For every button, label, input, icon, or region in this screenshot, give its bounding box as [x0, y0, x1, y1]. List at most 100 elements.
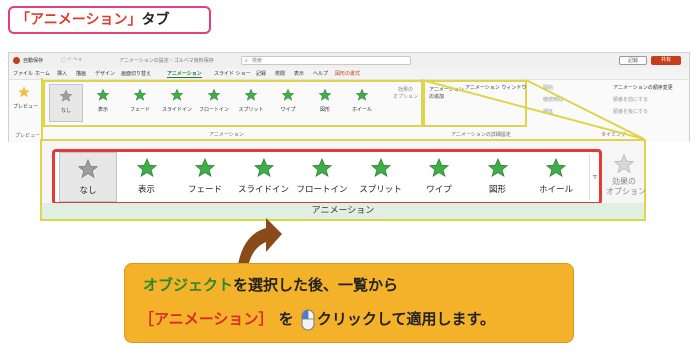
start-label[interactable]: 開始 [543, 84, 553, 91]
mini-animation-option-3[interactable]: スライドイン [160, 84, 194, 122]
animation-pane-button[interactable]: アニメーション ウィンドウ [465, 84, 526, 91]
tab-file[interactable]: ファイル [13, 70, 33, 77]
animation-option-label: フェード [187, 185, 222, 195]
gallery-more-icon[interactable]: ▿ [590, 172, 600, 181]
tab-help[interactable]: ヘルプ [313, 70, 328, 77]
mini-animation-gallery: なし 表示 フェード スライドイン フロートイン スプリット ワイプ 図形 ホイール [43, 80, 423, 127]
tab-animations[interactable]: アニメーション [167, 70, 202, 78]
animation-option-5[interactable]: スプリット [352, 152, 410, 202]
reorder-title: アニメーションの順序変更 [613, 85, 673, 91]
advanced-group-label: アニメーションの詳細設定 [451, 132, 511, 138]
animation-option-0[interactable]: なし [59, 152, 117, 202]
animation-star-icon [133, 88, 147, 101]
search-box[interactable]: 検索 [241, 56, 411, 65]
animation-star-icon [136, 157, 157, 178]
search-icon: ⌕ [245, 58, 248, 64]
tab-transitions[interactable]: 画面切り替え [121, 70, 151, 77]
animation-star-icon [545, 157, 567, 178]
mini-animation-option-6[interactable]: ワイプ [271, 84, 305, 122]
mini-animation-option-5[interactable]: スプリット [234, 84, 268, 122]
animation-option-2[interactable]: フェード [176, 152, 234, 202]
animation-option-label: スライドイン [237, 185, 289, 195]
mini-animation-option-label: なし [60, 108, 71, 114]
move-earlier-button[interactable]: 順番を前にする [613, 96, 648, 103]
delay-label[interactable]: 遅延 [543, 108, 553, 115]
animation-option-7[interactable]: 図形 [469, 152, 527, 202]
title-bar: 自動保存 ▢ ↶ ↷ ▾ アニメーションの設定・ゴルベマ資料保存 検索 ⌕ 記録… [9, 53, 689, 68]
preview-icon [18, 86, 30, 98]
mini-animation-option-2[interactable]: フェード [123, 84, 157, 122]
animation-option-label: ホイール [538, 185, 573, 195]
animation-option-1[interactable]: 表示 [118, 152, 176, 202]
animation-star-icon [428, 157, 450, 178]
animation-option-label: スプリット [359, 185, 402, 195]
animation-option-label: 図形 [488, 185, 506, 195]
tab-draw[interactable]: 描画 [76, 70, 86, 77]
share-button[interactable]: 共有 [651, 56, 681, 65]
tab-design[interactable]: デザイン [95, 70, 115, 77]
animation-star-icon [487, 157, 508, 178]
app-logo-icon [13, 57, 20, 64]
effect-options-small[interactable]: 効果の オプション [393, 86, 418, 100]
ribbon-body: プレビュー プレビュー なし 表示 フェード スライドイン フロートイン スプリット ワイプ… [9, 79, 689, 142]
mini-animation-option-8[interactable]: ホイール [345, 84, 379, 122]
effect-options-button[interactable]: 効果の オプション [606, 153, 646, 201]
mini-animation-option-label: ワイプ [280, 107, 296, 113]
animation-star-icon [77, 158, 99, 179]
effect-options-icon [613, 153, 635, 174]
animation-option-label: なし [79, 186, 97, 196]
mouse-left-click-icon [301, 309, 315, 330]
animation-star-icon [281, 88, 295, 101]
animation-star-icon [170, 88, 184, 101]
animation-star-icon [355, 88, 369, 101]
animation-star-icon [370, 157, 391, 178]
mini-animation-option-4[interactable]: フロートイン [197, 84, 231, 122]
document-title: アニメーションの設定・ゴルベマ資料保存 [119, 58, 214, 64]
mini-animation-option-1[interactable]: 表示 [86, 84, 120, 122]
animation-star-icon [311, 157, 333, 178]
mini-animation-option-label: スプリット [238, 107, 264, 113]
mini-animation-option-0[interactable]: なし [49, 84, 83, 122]
animation-star-icon [194, 157, 216, 178]
duration-label[interactable]: 継続時間 [543, 96, 563, 103]
animation-star-icon [244, 88, 258, 101]
gallery-scroll[interactable]: ▿ [589, 154, 600, 200]
instruction-line-2: ［アニメーション］ を クリックして適用します。 [139, 308, 495, 331]
mini-animation-option-label: フェード [129, 107, 150, 113]
animation-option-3[interactable]: スライドイン [235, 152, 293, 202]
tab-slideshow[interactable]: スライド ショー [214, 70, 251, 77]
animation-star-icon [253, 157, 274, 178]
move-later-button[interactable]: 順番を後にする [613, 108, 648, 115]
mini-animation-option-label: フロートイン [198, 107, 229, 113]
mini-animation-option-7[interactable]: 図形 [308, 84, 342, 122]
add-animation-button[interactable]: アニメーション の追加 [429, 86, 464, 100]
quick-access-icons[interactable]: ▢ ↶ ↷ ▾ [61, 57, 81, 63]
animation-option-label: フロートイン [296, 185, 348, 195]
animation-option-6[interactable]: ワイプ [410, 152, 468, 202]
autosave-label[interactable]: 自動保存 [23, 57, 43, 64]
animation-gallery: なし 表示 フェード スライドイン フロートイン スプリット ワイプ 図形 ホイール ▿ [52, 149, 602, 205]
zoomed-animation-panel: なし 表示 フェード スライドイン フロートイン スプリット ワイプ 図形 ホイール ▿ 効果の… [40, 139, 646, 221]
animation-option-8[interactable]: ホイール [527, 152, 585, 202]
search-placeholder: 検索 [252, 58, 263, 64]
page-title: 「アニメーション」タブ [8, 6, 211, 34]
tab-record[interactable]: 記録 [256, 70, 266, 77]
tab-shape-format[interactable]: 図形の書式 [335, 70, 360, 77]
mini-animation-option-label: ホイール [351, 107, 372, 113]
ribbon-tabs: ファイル ホーム 挿入 描画 デザイン 画面切り替え アニメーション スライド … [9, 68, 689, 79]
animation-star-icon [318, 88, 332, 101]
instruction-callout: オブジェクトを選択した後、一覧から ［アニメーション］ を クリックして適用しま… [124, 263, 574, 343]
record-button[interactable]: 記録 [619, 56, 647, 65]
powerpoint-window: 自動保存 ▢ ↶ ↷ ▾ アニメーションの設定・ゴルベマ資料保存 検索 ⌕ 記録… [8, 52, 690, 142]
timing-group-label: タイミング [601, 132, 627, 138]
preview-button[interactable]: プレビュー [13, 84, 38, 120]
animation-star-icon [207, 88, 221, 101]
animation-option-label: 表示 [137, 185, 155, 195]
tab-insert[interactable]: 挿入 [57, 70, 67, 77]
tab-view[interactable]: 表示 [294, 70, 304, 77]
tab-home[interactable]: ホーム [35, 70, 50, 77]
tab-review[interactable]: 校閲 [275, 70, 285, 77]
mini-animation-option-label: 図形 [319, 107, 330, 113]
animation-star-icon [96, 88, 110, 101]
animation-option-4[interactable]: フロートイン [293, 152, 351, 202]
